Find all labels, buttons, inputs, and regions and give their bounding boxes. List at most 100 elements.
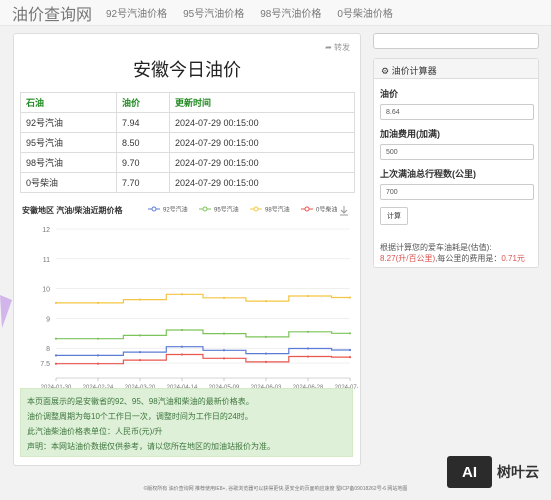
cell-updated: 2024-07-29 00:15:00 (169, 112, 355, 133)
legend-label: 98号汽油 (265, 206, 290, 214)
legend-label: 95号汽油 (214, 206, 239, 214)
y-tick-label: 12 (42, 227, 50, 234)
price-input[interactable] (380, 104, 534, 120)
cost-input[interactable] (380, 144, 534, 160)
col-header-fuel: 石油 (20, 92, 117, 113)
data-point (348, 296, 352, 299)
cell-updated: 2024-07-29 00:15:00 (169, 152, 355, 173)
price-table: 石油 油价 更新时间 92号汽油 7.94 2024-07-29 00:15:0… (20, 92, 355, 193)
cell-price: 7.70 (116, 172, 170, 193)
calculation-result: 根据计算您的爱车油耗是(估值): 8.27(升/百公里),每公里的费用是：0.7… (380, 242, 532, 264)
data-point (222, 332, 226, 335)
data-point (180, 328, 184, 332)
result-cost: 0.71元 (501, 254, 525, 263)
gear-icon: ⚙ (381, 66, 390, 76)
nav-link-95[interactable]: 95号汽油价格 (183, 5, 244, 20)
data-point (264, 335, 268, 338)
data-point (96, 354, 100, 357)
legend-marker (304, 206, 310, 212)
cell-updated: 2024-07-29 00:15:00 (169, 132, 355, 153)
calculator-body: 油价 加油费用(加满) 上次满油总行程数(公里) 计算 根据计算您的爱车油耗是(… (374, 79, 538, 272)
data-point (180, 353, 184, 356)
data-point (138, 298, 142, 301)
data-point (306, 330, 310, 333)
col-header-price: 油价 (116, 92, 170, 113)
table-row: 98号汽油 9.70 2024-07-29 00:15:00 (20, 152, 355, 173)
cell-price: 9.70 (116, 152, 170, 173)
calculator-title: 油价计算器 (391, 66, 437, 76)
site-brand[interactable]: 油价查询网 (0, 1, 106, 25)
data-point (348, 332, 352, 335)
data-point (222, 357, 226, 360)
share-link[interactable]: ➦ 转发 (325, 42, 350, 53)
data-point (54, 301, 58, 305)
chart-title: 安徽地区 汽油/柴油近期价格 (22, 205, 123, 215)
ai-watermark-badge: AI 树叶云 (447, 454, 547, 490)
data-point (264, 360, 268, 364)
legend-label: 92号汽油 (163, 206, 188, 214)
notice-line: 油价调整周期为每10个工作日一次，调整时间为工作日的24时。 (27, 412, 253, 421)
data-point (138, 350, 142, 354)
main-panel: ➦ 转发 安徽今日油价 石油 油价 更新时间 92号汽油 7.94 2024-0… (13, 33, 366, 466)
data-point (138, 359, 142, 362)
price-chart: 安徽地区 汽油/柴油近期价格 92号汽油 95号汽油 98号汽油 0号柴油 7.5 8 9… (18, 202, 366, 414)
mileage-label: 上次满油总行程数(公里) (380, 169, 476, 179)
cell-fuel: 98号汽油 (20, 152, 117, 173)
col-header-updated: 更新时间 (169, 92, 355, 113)
data-point (180, 345, 184, 348)
result-mid: ,每公里的费用是： (435, 254, 502, 263)
download-icon[interactable] (340, 206, 348, 216)
nav-link-98[interactable]: 98号汽油价格 (260, 5, 321, 20)
data-point (96, 362, 100, 365)
top-navbar: 油价查询网 92号汽油价格 95号汽油价格 98号汽油价格 0号柴油价格 (0, 0, 551, 26)
search-input[interactable] (373, 33, 539, 49)
cell-price: 8.50 (116, 132, 170, 153)
y-tick-label: 7.5 (40, 361, 50, 368)
cost-label: 加油费用(加满) (380, 129, 440, 139)
table-header-row: 石油 油价 更新时间 (20, 92, 355, 113)
calculate-button[interactable]: 计算 (380, 207, 408, 225)
y-tick-label: 8 (46, 346, 50, 353)
legend-marker (253, 206, 259, 212)
ai-logo: AI (447, 456, 492, 488)
mileage-input[interactable] (380, 184, 534, 200)
data-point (54, 354, 58, 357)
y-tick-label: 9 (46, 316, 50, 323)
price-chart-svg: 安徽地区 汽油/柴油近期价格 92号汽油 95号汽油 98号汽油 0号柴油 7.5 8 9… (22, 205, 366, 391)
cell-fuel: 92号汽油 (20, 112, 117, 133)
data-point (306, 347, 310, 350)
data-point (96, 337, 100, 340)
data-point (264, 300, 268, 303)
nav-link-92[interactable]: 92号汽油价格 (106, 5, 167, 20)
data-point (96, 301, 100, 305)
price-label: 油价 (380, 89, 399, 99)
data-point (222, 296, 226, 299)
side-decoration-graphic (0, 295, 12, 328)
table-row: 95号汽油 8.50 2024-07-29 00:15:00 (20, 132, 355, 153)
share-label: 转发 (334, 43, 350, 52)
ai-logo-text: 树叶云 (497, 464, 539, 480)
series-line (56, 293, 350, 304)
legend-marker (151, 206, 157, 212)
cell-fuel: 95号汽油 (20, 132, 117, 153)
result-consumption: 8.27(升/百公里) (380, 254, 436, 263)
cell-updated: 2024-07-29 00:15:00 (169, 172, 355, 193)
notice-line: 声明：本网站油价数据仅供参考，请以您所在地区的加油站报价为准。 (27, 442, 275, 451)
calculator-header: ⚙ 油价计算器 (374, 59, 538, 79)
data-point (264, 352, 268, 355)
cell-fuel: 0号柴油 (20, 172, 117, 193)
data-point (180, 293, 184, 296)
table-row: 92号汽油 7.94 2024-07-29 00:15:00 (20, 112, 355, 133)
data-point (54, 362, 58, 365)
series-line (56, 329, 350, 340)
notice-line: 本页面展示的是安徽省的92、95、98汽油和柴油的最新价格表。 (27, 397, 254, 406)
data-point (138, 334, 142, 337)
cell-price: 7.94 (116, 112, 170, 133)
legend-label: 0号柴油 (316, 206, 337, 214)
data-point (348, 356, 352, 359)
nav-link-0-diesel[interactable]: 0号柴油价格 (337, 5, 393, 20)
legend-marker (202, 206, 208, 212)
data-point (306, 294, 310, 298)
data-point (54, 337, 58, 340)
y-tick-label: 11 (43, 257, 50, 264)
